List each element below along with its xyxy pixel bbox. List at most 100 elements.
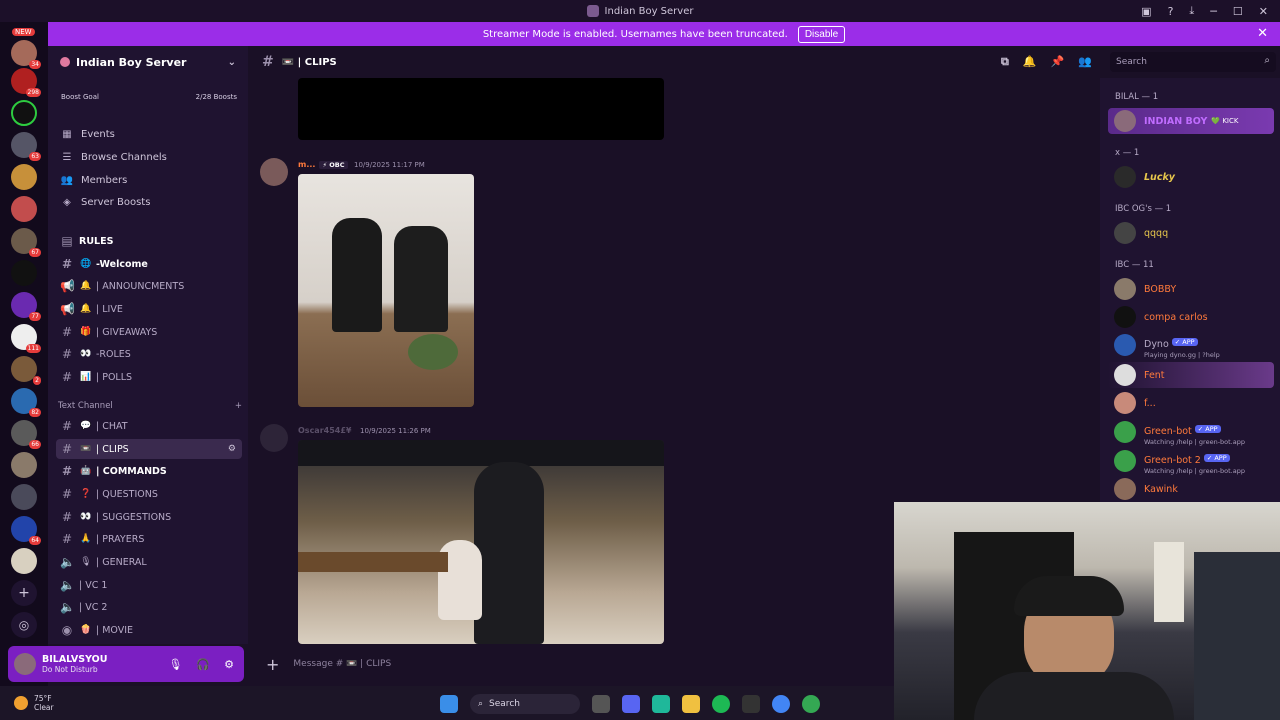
member-item[interactable]: Green-bot ✓ APP Watching /help | green-bo…	[1108, 419, 1274, 446]
server-icon[interactable]	[11, 196, 37, 222]
gear-icon[interactable]: ⚙	[224, 658, 234, 671]
server-icon[interactable]: 63	[11, 132, 41, 161]
channel-welcome[interactable]: # 🌐 -Welcome	[56, 254, 242, 274]
channel-announcments[interactable]: 📢 🔔 | ANNOUNCMENTS	[56, 276, 242, 296]
microphone-icon[interactable]: 🎙	[168, 658, 182, 671]
chrome-icon[interactable]	[772, 695, 790, 713]
channel-settings-icon[interactable]: ⚙	[228, 444, 236, 454]
member-item[interactable]: Kawink	[1108, 476, 1274, 502]
member-item[interactable]: Green-bot 2 ✓ APP Watching /help | green-…	[1108, 448, 1274, 475]
search-input[interactable]: Search ⌕	[1110, 52, 1276, 72]
pin-icon[interactable]: 📌	[1051, 55, 1065, 69]
message-input[interactable]: Message # 📼 | CLIPS	[293, 659, 391, 669]
minimize-button[interactable]: ─	[1210, 5, 1217, 18]
chrome-icon[interactable]	[802, 695, 820, 713]
server-icon[interactable]: 298	[11, 68, 41, 97]
channel-commands[interactable]: # 🤖 | COMMANDS	[56, 461, 242, 481]
inbox-icon[interactable]: ▣	[1141, 5, 1151, 18]
close-window-button[interactable]: ✕	[1259, 5, 1268, 18]
channel-roles[interactable]: # 👀 -ROLES	[56, 344, 242, 364]
server-icon[interactable]: 66	[11, 420, 41, 449]
message-author[interactable]: Oscar454£¥	[298, 426, 351, 435]
server-header[interactable]: Indian Boy Server ⌄	[48, 46, 248, 78]
message-author[interactable]: m... ⚡ OBC	[298, 160, 348, 169]
channel-live[interactable]: 📢 🔔 | LIVE	[56, 299, 242, 319]
weather-condition: Clear	[34, 703, 54, 712]
image-attachment[interactable]	[298, 174, 474, 407]
nav-members[interactable]: 👥 Members	[56, 170, 242, 190]
app-icon[interactable]	[742, 695, 760, 713]
nav-browse-channels[interactable]: ☰ Browse Channels	[56, 147, 242, 167]
server-icon[interactable]: 67	[11, 228, 41, 257]
discord-icon[interactable]	[622, 695, 640, 713]
member-item[interactable]: Dyno ✓ APP Playing dyno.gg | ?help	[1108, 332, 1274, 359]
video-attachment[interactable]	[298, 78, 664, 140]
nav-server-boosts[interactable]: ◈ Server Boosts	[56, 192, 242, 212]
channel-chat[interactable]: # 💬 | CHAT	[56, 416, 242, 436]
nav-events[interactable]: ▦ Events	[56, 124, 242, 144]
avatar[interactable]	[14, 653, 36, 675]
channel-questions[interactable]: # ❓ | QUESTIONS	[56, 484, 242, 504]
channel-rules[interactable]: ▤ RULES	[56, 231, 242, 251]
add-server-icon[interactable]: +	[11, 580, 37, 606]
bell-icon[interactable]: 🔔	[1023, 55, 1037, 69]
windows-start-icon[interactable]	[440, 695, 458, 713]
close-icon[interactable]: ✕	[1257, 26, 1268, 41]
app-icon[interactable]	[652, 695, 670, 713]
server-icon[interactable]	[11, 548, 37, 574]
category-text-channel[interactable]: Text Channel +	[58, 401, 242, 411]
member-item[interactable]: BOBBY	[1108, 276, 1274, 302]
channel-giveaways[interactable]: # 🎁 | GIVEAWAYS	[56, 322, 242, 342]
voice-channel-general[interactable]: 🔈 🎙 | GENERAL	[56, 552, 242, 572]
channel-polls[interactable]: # 📊 | POLLS	[56, 367, 242, 387]
image-attachment[interactable]	[298, 440, 664, 644]
member-item[interactable]: Fent	[1108, 362, 1274, 388]
server-icon[interactable]	[11, 260, 37, 286]
user-panel[interactable]: BILALVSYOU Do Not Disturb 🎙 🎧 ⚙	[8, 646, 244, 682]
server-icon[interactable]	[11, 164, 37, 190]
member-item[interactable]: qqqq	[1108, 220, 1274, 246]
headphones-icon[interactable]: 🎧	[196, 658, 210, 671]
member-item[interactable]: f...	[1108, 390, 1274, 416]
avatar[interactable]	[260, 158, 288, 186]
help-icon[interactable]: ?	[1168, 5, 1174, 18]
stage-channel-movie[interactable]: ◉ 🍿 | MOVIE	[56, 620, 242, 640]
task-view-icon[interactable]	[592, 695, 610, 713]
server-icon[interactable]: 2	[11, 356, 41, 385]
add-channel-icon[interactable]: +	[235, 401, 242, 411]
member-list-icon[interactable]: 👥	[1078, 55, 1092, 69]
member-item[interactable]: Lucky	[1108, 164, 1274, 190]
weather-widget[interactable]: 75°F Clear	[14, 694, 54, 712]
server-name: Indian Boy Server	[76, 55, 187, 69]
voice-channel-vc2[interactable]: 🔈 | VC 2	[56, 597, 242, 617]
voice-channel-vc1[interactable]: 🔈 | VC 1	[56, 575, 242, 595]
threads-icon[interactable]: ⧉	[1001, 55, 1009, 69]
message-composer[interactable]: + Message # 📼 | CLIPS	[256, 650, 892, 678]
maximize-button[interactable]: ☐	[1233, 5, 1243, 18]
server-icon[interactable]: 82	[11, 388, 41, 417]
channel-suggestions[interactable]: # 👀 | SUGGESTIONS	[56, 507, 242, 527]
add-attachment-icon[interactable]: +	[266, 655, 279, 674]
discover-icon[interactable]: ◎	[11, 612, 37, 638]
server-icon[interactable]: 77	[11, 292, 41, 321]
username: BILALVSYOU	[42, 654, 108, 665]
channel-prayers[interactable]: # 🙏 | PRAYERS	[56, 529, 242, 549]
spotify-icon[interactable]	[712, 695, 730, 713]
member-group-title: IBC OG's — 1	[1115, 204, 1172, 214]
server-icon[interactable]: 64	[11, 516, 41, 545]
channel-clips[interactable]: # 📼 | CLIPS ⚙	[56, 439, 242, 459]
server-icon[interactable]	[11, 452, 37, 478]
boost-goal[interactable]: Boost Goal 2/28 Boosts	[56, 86, 242, 108]
disable-button[interactable]: Disable	[797, 25, 846, 43]
taskbar-search[interactable]: ⌕ Search	[470, 694, 580, 714]
avatar[interactable]	[260, 424, 288, 452]
server-icon[interactable]: 111	[11, 324, 41, 353]
member-item[interactable]: compa carlos	[1108, 304, 1274, 330]
server-icon[interactable]: 34	[11, 40, 41, 69]
member-item[interactable]: INDIAN BOY 💚 KICK	[1108, 108, 1274, 134]
kick-server-icon[interactable]	[11, 100, 37, 126]
file-explorer-icon[interactable]	[682, 695, 700, 713]
hash-icon: #	[61, 464, 73, 478]
server-icon[interactable]	[11, 484, 37, 510]
download-icon[interactable]: ⤓	[1189, 4, 1194, 18]
